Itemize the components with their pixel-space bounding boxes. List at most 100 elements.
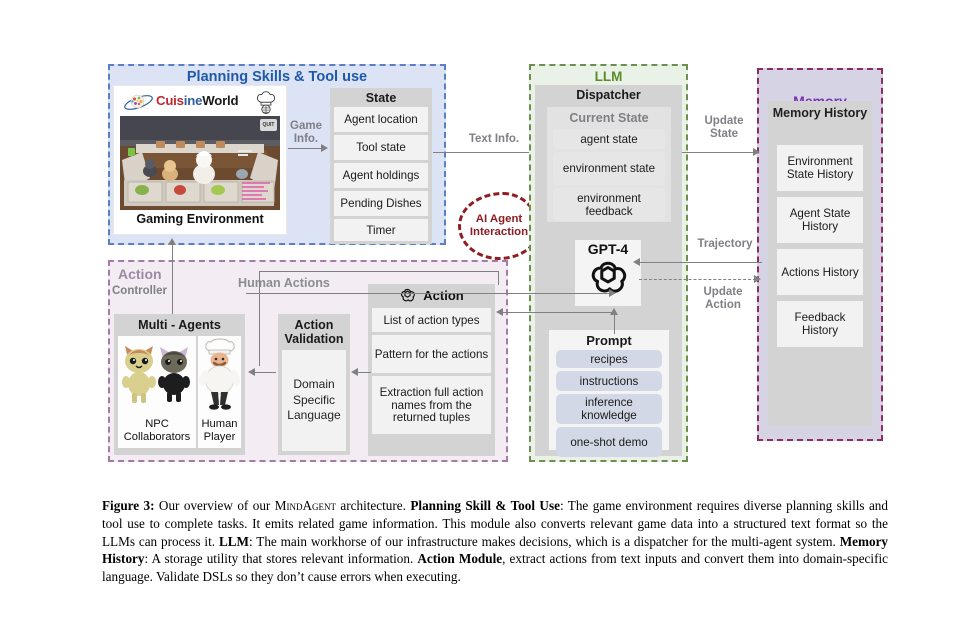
npc-characters-icon: [122, 346, 190, 403]
prompt-panel: Prompt recipes instructions inference kn…: [549, 330, 669, 457]
prompt-item-one-shot-demo: one-shot demo: [556, 427, 662, 457]
npc-collaborators-caption: NPC Collaborators: [123, 418, 191, 444]
label-update-action: Update Action: [703, 286, 743, 312]
action-validation-title: Action Validation: [284, 318, 344, 347]
logo-part-2: ine: [183, 93, 203, 108]
ai-agent-interaction-label: AI Agent Interaction: [469, 213, 529, 238]
npc-collaborators-cell: NPC Collaborators: [118, 336, 196, 448]
openai-logo-icon: [401, 288, 416, 302]
current-state-title: Current State: [569, 111, 649, 125]
label-text-info: Text Info.: [468, 133, 520, 145]
quit-badge[interactable]: QUIT: [260, 119, 277, 131]
arrow-trajectory-head: [633, 258, 640, 266]
game-screenshot: QUIT: [120, 116, 280, 210]
human-actions-top-line: [259, 271, 499, 272]
caption-t5: : A storage utility that stores relevant…: [144, 551, 418, 567]
current-state-group: Current State agent state environment st…: [547, 107, 671, 222]
arrow-action-to-validation-head: [351, 368, 358, 376]
caption-b4: Action Module: [417, 551, 503, 567]
state-panel: State Agent location Tool state Agent ho…: [330, 88, 432, 244]
memory-item-environment-state-history: Environment State History: [777, 145, 863, 191]
cuisineworld-logo: CuisineWorld: [119, 90, 281, 115]
arrow-action-to-gpt4-line: [246, 293, 611, 294]
chef-hat-icon: [256, 91, 276, 115]
action-validation-panel: Action Validation Domain Specific Langua…: [278, 314, 350, 455]
label-human-actions: Human Actions: [238, 276, 330, 290]
caption-b2: LLM: [218, 533, 249, 549]
caption-b1: Planning Skill & Tool Use: [410, 498, 560, 513]
action-item-list-of-action-types: List of action types: [372, 308, 491, 332]
prompt-item-recipes: recipes: [556, 350, 662, 368]
caption-t4: : The main workhorse of our infrastructu…: [248, 533, 840, 549]
caption-t2: architecture.: [335, 498, 411, 513]
dispatcher-title: Dispatcher: [576, 88, 641, 102]
arrow-action-to-validation-line: [357, 372, 371, 373]
caption-t1: Our overview of our: [154, 498, 275, 513]
label-game-info: Game Info.: [290, 120, 322, 146]
action-module-header: Action: [368, 287, 495, 304]
human-actions-right-line: [498, 271, 499, 285]
action-module-title: Action: [423, 288, 464, 303]
current-state-item-agent-state: agent state: [553, 129, 665, 149]
gaming-environment-card: CuisineWorld QUIT Gaming Environment: [114, 86, 286, 234]
state-panel-title: State: [365, 91, 397, 105]
gpt4-node: GPT-4: [575, 240, 641, 306]
current-state-item-environment-state: environment state: [553, 152, 665, 185]
arrow-controller-line: [172, 244, 173, 314]
human-player-icon: [199, 338, 241, 410]
arrow-update-action-line: [639, 279, 756, 280]
llm-section-title: LLM: [594, 69, 623, 84]
arrow-action-to-gpt4-head: [609, 289, 616, 297]
action-section-title: Action: [118, 266, 162, 282]
arrow-game-info-head: [321, 144, 328, 152]
caption-system-name: MindAgent: [274, 498, 336, 513]
kitchen-scene: [120, 116, 280, 210]
arrow-gpt4-to-action-line: [502, 312, 612, 313]
arrow-gpt4-to-action-head: [496, 308, 503, 316]
human-player-caption: Human Player: [201, 418, 238, 444]
ai-agent-interaction-badge: AI Agent Interaction: [458, 192, 540, 260]
current-state-item-environment-feedback: environment feedback: [553, 188, 665, 221]
state-item-pending-dishes: Pending Dishes: [334, 191, 428, 216]
figure-caption: Figure 3: Our overview of our MindAgent …: [102, 497, 888, 586]
memory-history-panel: Memory History Environment State History…: [768, 101, 872, 426]
arrow-update-action-head: [754, 275, 761, 283]
label-update-state: Update State: [704, 115, 744, 141]
memory-history-title: Memory History: [772, 106, 868, 120]
gpt4-label: GPT-4: [587, 241, 629, 257]
action-item-extraction-full-action-names: Extraction full action names from the re…: [372, 376, 491, 434]
state-item-agent-holdings: Agent holdings: [334, 163, 428, 188]
memory-item-feedback-history: Feedback History: [777, 301, 863, 347]
gaming-environment-caption: Gaming Environment: [136, 212, 264, 226]
arrow-game-info-line: [288, 148, 322, 149]
prompt-item-instructions: instructions: [556, 371, 662, 391]
arrow-update-state-line: [682, 152, 755, 153]
logo-part-3: World: [202, 93, 239, 108]
prompt-title: Prompt: [586, 333, 632, 348]
prompt-item-inference-knowledge: inference knowledge: [556, 394, 662, 424]
label-trajectory: Trajectory: [697, 238, 753, 250]
arrow-prompt-to-gpt4-line: [614, 314, 615, 334]
multi-agents-panel: Multi - Agents NPC Collaborators Human P…: [114, 314, 245, 455]
arrow-controller-head: [168, 238, 176, 245]
human-player-cell: Human Player: [198, 336, 241, 448]
human-actions-left-line: [259, 271, 260, 366]
arrow-update-state-head: [753, 148, 760, 156]
cuisineworld-wordmark: CuisineWorld: [156, 93, 239, 108]
multi-agents-title: Multi - Agents: [138, 318, 221, 332]
caption-label: Figure 3:: [102, 498, 155, 513]
state-item-timer: Timer: [334, 219, 428, 241]
dispatcher-panel: Dispatcher Current State agent state env…: [535, 85, 682, 457]
memory-item-actions-history: Actions History: [777, 249, 863, 295]
figure-mindagent-architecture: Planning Skills & Tool use CuisineWorld: [0, 0, 960, 634]
arrow-text-info-line: [433, 152, 533, 153]
arrow-trajectory-line: [639, 262, 762, 263]
planet-icon: [124, 94, 153, 110]
state-item-agent-location: Agent location: [334, 107, 428, 132]
state-item-tool-state: Tool state: [334, 135, 428, 160]
label-controller: Controller: [112, 285, 167, 297]
action-item-pattern-for-the-actions: Pattern for the actions: [372, 335, 491, 373]
action-module-panel: Action List of action types Pattern for …: [368, 284, 495, 456]
arrow-validation-to-agents-head: [248, 368, 255, 376]
planning-section-title: Planning Skills & Tool use: [186, 69, 368, 85]
